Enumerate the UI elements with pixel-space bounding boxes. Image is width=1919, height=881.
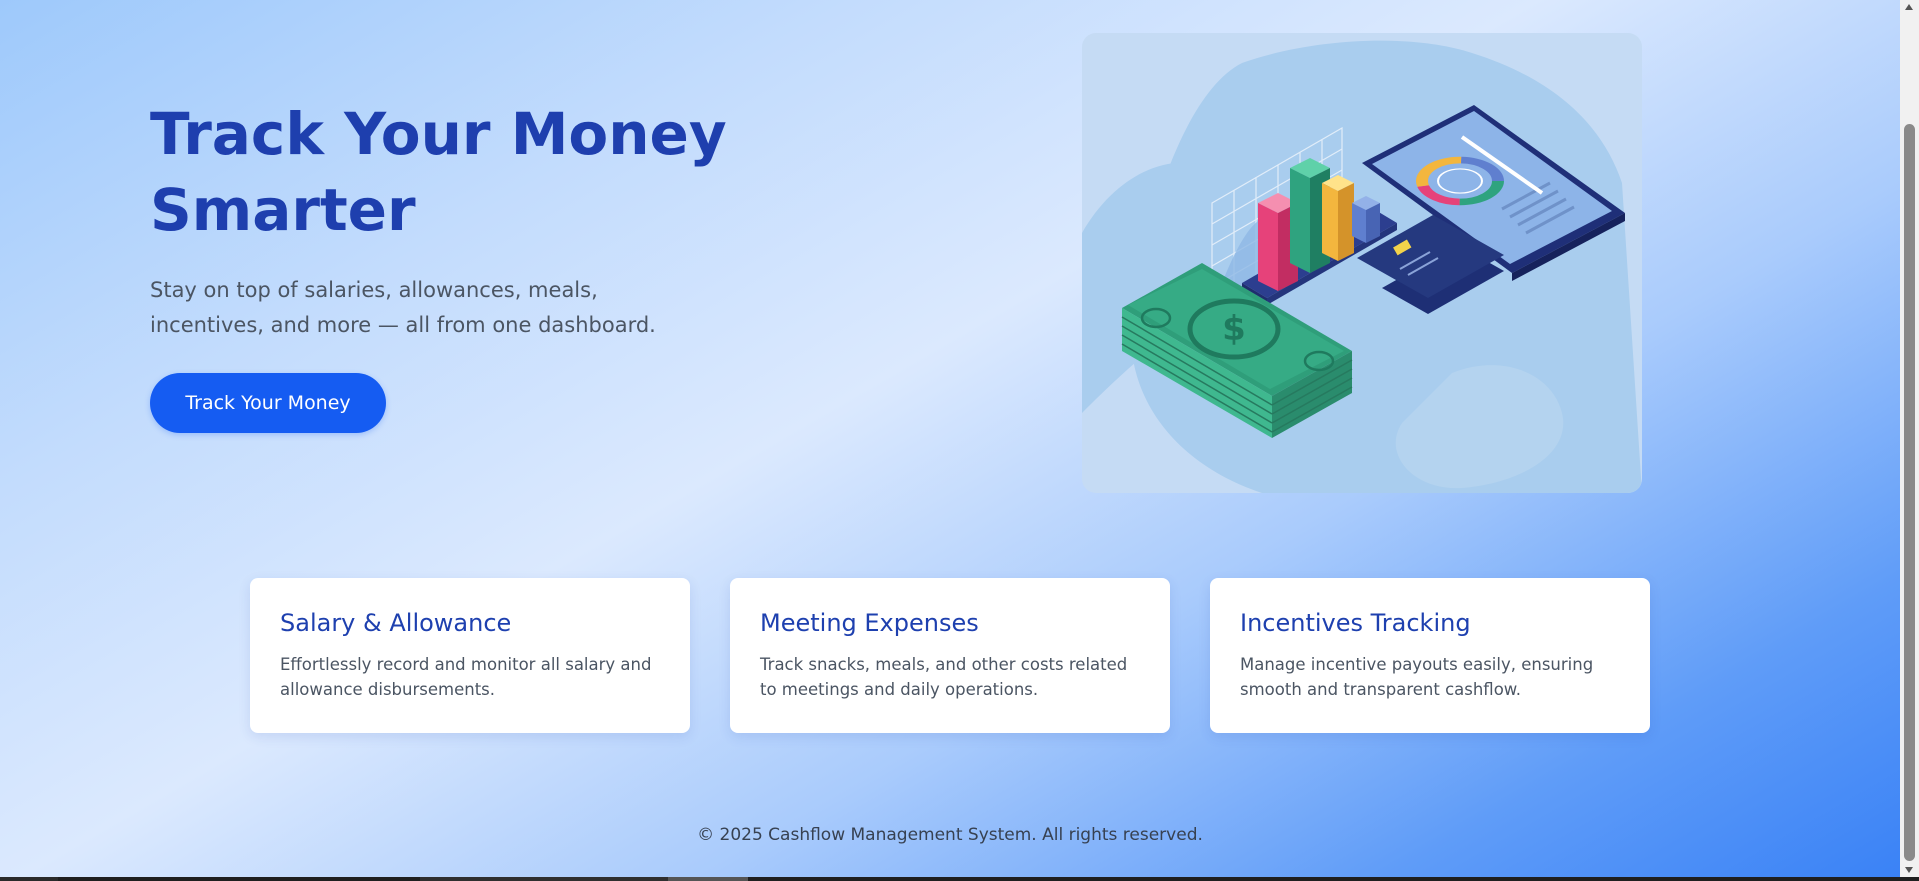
feature-card-title: Salary & Allowance	[280, 609, 512, 637]
feature-card-description: Effortlessly record and monitor all sala…	[280, 655, 652, 699]
track-money-button[interactable]: Track Your Money	[150, 373, 386, 433]
taskbar-edge	[0, 877, 1919, 881]
footer-copyright: © 2025 Cashflow Management System. All r…	[697, 825, 1203, 845]
feature-card-title: Incentives Tracking	[1240, 609, 1471, 637]
vertical-scrollbar[interactable]	[1900, 0, 1919, 877]
scroll-up-arrow-icon[interactable]	[1905, 4, 1913, 10]
feature-card-title: Meeting Expenses	[760, 609, 979, 637]
finance-illustration-graphic: $	[1082, 40, 1642, 493]
scroll-down-arrow-icon[interactable]	[1905, 867, 1913, 873]
hero-subtitle: Stay on top of salaries, allowances, mea…	[150, 278, 656, 337]
feature-card-description: Manage incentive payouts easily, ensurin…	[1240, 655, 1594, 699]
scrollbar-thumb[interactable]	[1904, 124, 1915, 861]
hero-title: Track Your Money Smarter	[150, 100, 727, 244]
feature-card-salary: Salary & Allowance Effortlessly record a…	[250, 578, 690, 733]
feature-card-meeting: Meeting Expenses Track snacks, meals, an…	[730, 578, 1170, 733]
feature-card-incentives: Incentives Tracking Manage incentive pay…	[1210, 578, 1650, 733]
landing-page: Track Your Money Smarter Stay on top of …	[0, 0, 1900, 877]
svg-text:$: $	[1222, 309, 1246, 349]
finance-illustration: $	[1082, 33, 1642, 493]
feature-card-description: Track snacks, meals, and other costs rel…	[760, 655, 1128, 699]
